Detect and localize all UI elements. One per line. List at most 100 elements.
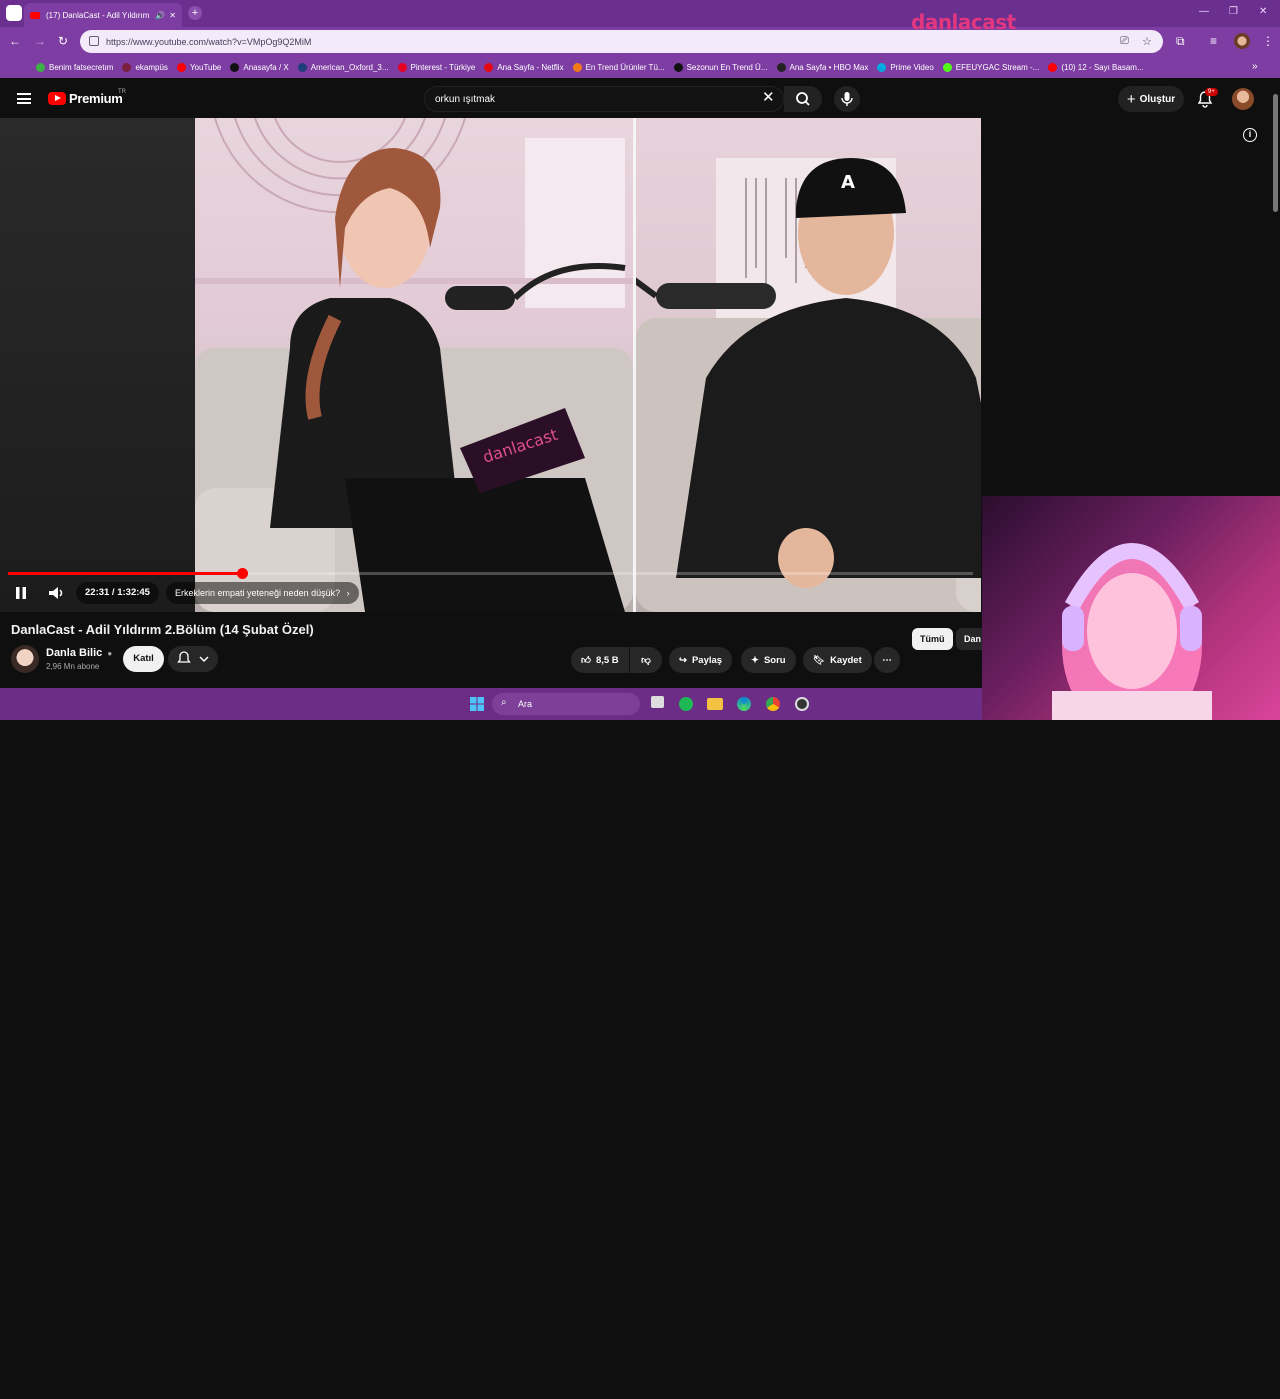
bookmark-favicon-icon: [297, 62, 307, 72]
media-control-icon[interactable]: ≡: [1210, 34, 1217, 48]
bookmark-label: Benim fatsecretım: [49, 62, 114, 72]
minimize-icon[interactable]: —: [1199, 6, 1209, 17]
forward-icon[interactable]: →: [34, 34, 46, 48]
account-avatar[interactable]: [1232, 88, 1254, 110]
new-tab-button[interactable]: +: [188, 6, 202, 20]
bookmark-label: YouTube: [189, 62, 222, 72]
extensions-icon[interactable]: ⧉: [1176, 34, 1185, 49]
bookmark-item[interactable]: Ana Sayfa • HBO Max: [776, 62, 868, 72]
like-button[interactable]: 👍︎ 8,5 B: [571, 647, 629, 673]
mic-icon: [841, 92, 853, 106]
subscription-bell-button[interactable]: [168, 646, 218, 672]
ask-label: Soru: [763, 654, 786, 666]
search-input[interactable]: orkun ışıtmak: [424, 86, 784, 112]
save-button[interactable]: 🔖︎ Kaydet: [803, 647, 872, 673]
bookmark-item[interactable]: ekampüs: [122, 62, 168, 72]
plus-icon: +: [1126, 90, 1136, 108]
search-button[interactable]: [784, 86, 822, 112]
obs-icon[interactable]: [795, 697, 809, 711]
share-button[interactable]: ↪ Paylaş: [669, 647, 733, 673]
bookmark-item[interactable]: YouTube: [176, 62, 222, 72]
bookmark-item[interactable]: Prime Video: [877, 62, 934, 72]
video-scene-left: danlacast: [195, 118, 633, 612]
share-label: Paylaş: [691, 654, 723, 666]
edge-icon[interactable]: [737, 697, 751, 711]
menu-icon[interactable]: [17, 93, 31, 104]
chip-all[interactable]: Tümü: [912, 628, 953, 650]
save-label: Kaydet: [830, 654, 862, 666]
channel-name[interactable]: Danla Bilic ●: [46, 647, 112, 659]
create-button[interactable]: + Oluştur: [1118, 86, 1184, 112]
restore-icon[interactable]: ❐: [1229, 6, 1238, 17]
close-window-icon[interactable]: ✕: [1259, 6, 1267, 17]
bookmark-item[interactable]: EFEUYGAC Stream -...: [942, 62, 1039, 72]
bookmark-item[interactable]: Ana Sayfa - Netflix: [484, 62, 564, 72]
bookmark-label: Pinterest - Türkiye: [410, 62, 476, 72]
bookmark-item[interactable]: Pinterest - Türkiye: [397, 62, 476, 72]
share-icon: ↪: [679, 654, 687, 666]
progress-played: [8, 572, 243, 575]
start-button-icon[interactable]: [470, 697, 484, 711]
file-explorer-icon[interactable]: [707, 698, 723, 710]
webcam-overlay: [982, 496, 1280, 720]
player-left-bg: [0, 118, 195, 612]
windows-start-icon[interactable]: [470, 1385, 484, 1399]
browser-avatar[interactable]: [1234, 33, 1250, 49]
volume-icon[interactable]: [47, 584, 65, 602]
voice-search-button[interactable]: [834, 86, 860, 112]
close-tab-icon[interactable]: ✕: [169, 11, 176, 20]
more-icon: ⋯: [882, 654, 892, 666]
video-info-icon[interactable]: i: [1243, 128, 1257, 142]
notification-badge: 9+: [1205, 88, 1218, 96]
channel-name-text: Danla Bilic: [46, 647, 103, 659]
youtube-logo-icon[interactable]: [48, 92, 66, 105]
reload-icon[interactable]: ↻: [58, 34, 68, 48]
time-display: 22:31 / 1:32:45: [76, 582, 159, 604]
browser-tab-active[interactable]: (17) DanlaCast - Adil Yıldırım 🔊 ✕: [24, 3, 182, 27]
bookmark-item[interactable]: Benim fatsecretım: [36, 62, 114, 72]
pause-icon[interactable]: [14, 586, 28, 600]
browser-menu-icon[interactable]: ⋮: [1262, 34, 1274, 48]
bookmark-favicon-icon: [484, 62, 494, 72]
back-icon[interactable]: ←: [9, 34, 21, 48]
audio-playing-icon[interactable]: 🔊: [155, 11, 165, 20]
danlacast-watermark: danlacast: [911, 10, 1016, 34]
task-view-icon[interactable]: [651, 696, 664, 708]
bookmark-favicon-icon: [942, 62, 952, 72]
browser-toolbar: ← → ↻ https://www.youtube.com/watch?v=VM…: [0, 27, 1280, 56]
youtube-brand[interactable]: Premium: [69, 91, 123, 106]
bookmark-favicon-icon: [397, 62, 407, 72]
clear-search-icon[interactable]: ✕: [762, 90, 775, 106]
bookmark-favicon-icon: [1048, 62, 1058, 72]
scrollbar-thumb[interactable]: [1273, 94, 1278, 212]
channel-avatar[interactable]: [11, 645, 39, 673]
taskbar-search-placeholder: Ara: [518, 699, 533, 709]
chapter-button[interactable]: Erkeklerin empati yeteneği neden düşük? …: [166, 582, 359, 604]
page-scrollbar[interactable]: [1271, 80, 1280, 496]
bookmark-item[interactable]: American_Oxford_3...: [297, 62, 389, 72]
youtube-favicon-icon: [30, 11, 40, 19]
bookmark-star-icon[interactable]: ☆: [1142, 35, 1152, 48]
search-query: orkun ışıtmak: [435, 93, 496, 105]
like-icon: 👍︎: [581, 655, 591, 666]
ask-button[interactable]: ✦ Soru: [741, 647, 796, 673]
spotify-icon[interactable]: [679, 697, 693, 711]
cast-icon[interactable]: ⎚: [1120, 35, 1129, 48]
dislike-button[interactable]: 👎︎: [630, 647, 662, 673]
browser-profile-icon[interactable]: [6, 5, 22, 21]
bookmark-item[interactable]: En Trend Ürünler Tü...: [572, 62, 665, 72]
bookmark-item[interactable]: (10) 12 - Sayı Basam...: [1048, 62, 1144, 72]
site-info-icon[interactable]: [89, 36, 99, 46]
bookmark-favicon-icon: [36, 62, 45, 72]
subscriber-count: 2,96 Mn abone: [46, 662, 100, 671]
more-actions-button[interactable]: ⋯: [874, 647, 900, 673]
video-player[interactable]: danlacast A 22:31 / 1:32:45 Erkeklerin e…: [0, 118, 981, 612]
taskbar-search[interactable]: ⌕ Ara: [492, 693, 640, 715]
video-scene-right: A: [636, 158, 981, 612]
bookmark-item[interactable]: Sezonun En Trend Ü...: [673, 62, 768, 72]
bell-chevron-icon: [177, 651, 209, 663]
join-button[interactable]: Katıl: [123, 646, 164, 672]
more-bookmarks-icon[interactable]: »: [1252, 61, 1258, 72]
chrome-icon[interactable]: [766, 697, 780, 711]
bookmark-item[interactable]: Anasayfa / X: [230, 62, 289, 72]
